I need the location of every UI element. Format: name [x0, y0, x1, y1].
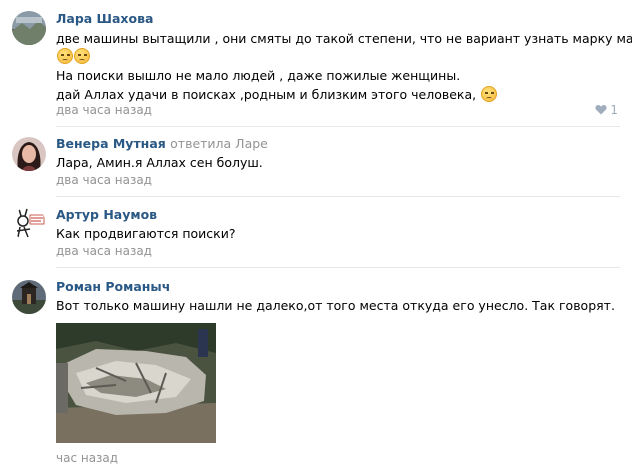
comment-text-line: две машины вытащили , они смяты до такой…	[56, 31, 632, 46]
emoji-row	[56, 48, 90, 64]
sad-face-emoji	[57, 48, 73, 64]
like-button[interactable]: 1	[595, 103, 618, 117]
like-count: 1	[610, 103, 618, 117]
divider	[56, 196, 620, 197]
avatar[interactable]	[12, 11, 46, 45]
heart-icon	[595, 104, 607, 115]
comment-text: две машины вытащили , они смяты до такой…	[56, 31, 632, 46]
comment-text: Как продвигаются поиски?	[56, 226, 236, 241]
comment-text: На поиски вышло не мало людей , даже пож…	[56, 68, 461, 83]
comment-time[interactable]: два часа назад	[56, 103, 152, 117]
author-name[interactable]: Лара Шахова	[56, 11, 153, 26]
author-name[interactable]: Роман Романыч	[56, 279, 170, 294]
avatar[interactable]	[12, 137, 46, 171]
avatar[interactable]	[12, 280, 46, 314]
comment-text-line: дай Аллах удачи в поисках ,родным и близ…	[56, 86, 498, 102]
comment-time[interactable]: час назад	[56, 451, 118, 465]
comment-text-line: Лара, Амин.я Аллах сен болуш.	[56, 155, 263, 170]
attached-photo[interactable]	[56, 323, 216, 443]
divider	[56, 267, 620, 268]
comment-text-line: Как продвигаются поиски?	[56, 226, 235, 241]
relieved-face-emoji	[481, 86, 498, 102]
divider	[56, 126, 620, 127]
author-name-text[interactable]: Венера Мутная	[56, 136, 166, 151]
avatar[interactable]	[12, 207, 46, 241]
comment-time[interactable]: два часа назад	[56, 173, 152, 187]
comment-time[interactable]: два часа назад	[56, 244, 152, 258]
author-name[interactable]: Артур Наумов	[56, 207, 157, 222]
comment-text: Лара, Амин.я Аллах сен болуш.	[56, 155, 263, 170]
comment-text-line: Вот только машину нашли не далеко,от тог…	[56, 298, 615, 313]
comment-text: дай Аллах удачи в поисках ,родным и близ…	[56, 87, 477, 102]
author-name[interactable]: Венера Мутная ответила Ларе	[56, 136, 268, 151]
comment-text-line: На поиски вышло не мало людей , даже пож…	[56, 68, 460, 83]
comment-text: Вот только машину нашли не далеко,от тог…	[56, 298, 615, 313]
sad-face-emoji	[74, 48, 90, 64]
reply-to[interactable]: ответила Ларе	[170, 136, 268, 151]
